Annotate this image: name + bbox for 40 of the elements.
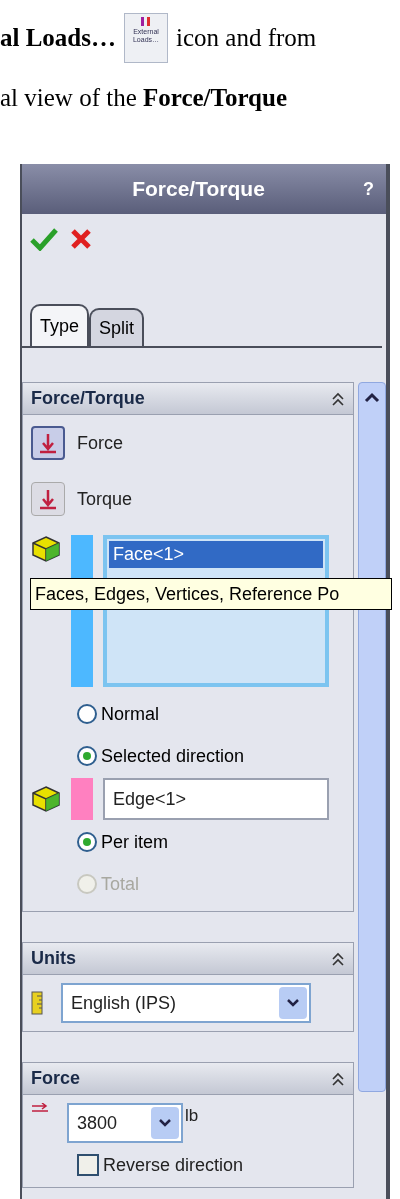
cube-icon [31,785,61,813]
collapse-icon [331,390,345,407]
option-label: Torque [77,487,133,511]
radio-button[interactable] [77,746,97,766]
force-arrow-icon [31,1103,49,1113]
collapse-icon [331,950,345,967]
panel-title-bar: Force/Torque ? [22,164,386,214]
body-text: al view of the Force/Torque [0,83,288,113]
collapse-icon [331,1070,345,1087]
direction-field[interactable]: Edge<1> [103,778,329,820]
radio-label: Normal [101,702,159,726]
checkmark-icon[interactable] [30,227,58,251]
radio-button[interactable] [77,704,97,724]
tooltip: Faces, Edges, Vertices, Reference Po [30,578,392,610]
tab[interactable]: Type [30,304,90,346]
unit-label: lb [185,1105,199,1127]
tab[interactable]: Split [89,308,145,346]
radio-button[interactable] [77,832,97,852]
scroll-up-icon [364,391,380,405]
checkbox[interactable] [77,1154,99,1176]
list-item[interactable]: Face<1> [109,541,323,568]
help-button[interactable]: ? [363,175,374,203]
scrollbar[interactable] [358,382,386,1092]
units-dropdown[interactable]: English (IPS) [61,983,311,1023]
chevron-down-icon [158,1118,172,1128]
section-header[interactable]: Force [23,1063,353,1095]
option-label: Force [77,431,123,455]
cube-icon [31,535,61,563]
section-header[interactable]: Force/Torque [23,383,353,415]
radio-label: Per item [101,830,169,854]
force-value-field[interactable]: 3800 [67,1103,183,1143]
radio-label: Selected direction [101,744,245,768]
body-text: icon and from [176,23,317,53]
close-icon[interactable] [70,228,92,250]
section-header[interactable]: Units [23,943,353,975]
radio-label: Total [101,872,140,896]
body-text: al Loads… [0,23,116,53]
checkbox-label: Reverse direction [103,1153,244,1177]
ruler-icon [31,991,43,1015]
chevron-down-icon [286,998,300,1008]
